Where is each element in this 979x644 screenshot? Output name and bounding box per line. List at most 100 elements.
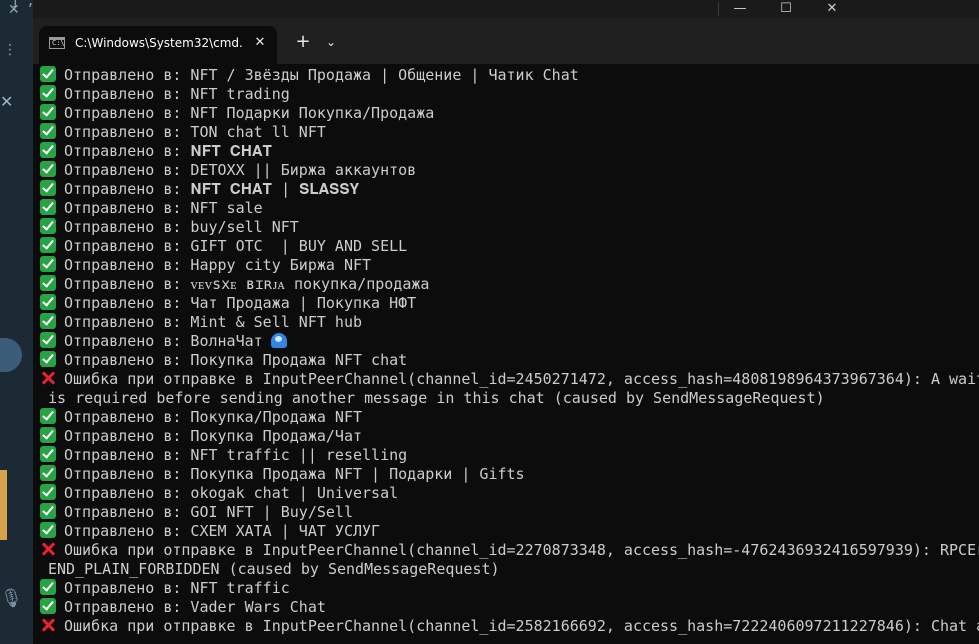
console-line: Отправлено в: GIFT OTC | BUY AND SELL	[40, 237, 407, 256]
console-output[interactable]: Отправлено в: NFT / Звёзды Продажа | Общ…	[33, 65, 979, 644]
console-line-text: Отправлено в: Покупка Продажа NFT chat	[64, 351, 408, 369]
background-window-titlebar: ] , — ☐ ✕	[11, 0, 979, 18]
check-mark-icon	[40, 180, 56, 196]
console-line-text: Ошибка при отправке в InputPeerChannel(c…	[64, 370, 979, 388]
check-mark-icon	[40, 332, 56, 348]
console-line: Отправлено в: NFT / Звёзды Продажа | Общ…	[40, 66, 579, 85]
check-mark-icon	[40, 313, 56, 329]
console-line-text: is required before sending another messa…	[48, 389, 825, 407]
console-line: Отправлено в: buy/sell NFT	[40, 218, 299, 237]
console-line: Отправлено в: okogak chat | Universal	[40, 484, 398, 503]
console-line-text: Отправлено в: NFT Подарки Покупка/Продаж…	[64, 104, 435, 122]
console-line: Отправлено в: NFT sale	[40, 199, 263, 218]
console-line-text: Отправлено в: ВолнаЧат	[64, 332, 263, 350]
console-line: Отправлено в: NFT trading	[40, 85, 290, 104]
minimize-button[interactable]: —	[717, 0, 763, 18]
console-line-text: Отправлено в: Vader Wars Chat	[64, 598, 326, 616]
console-line: Отправлено в: Чат Продажа | Покупка НФТ	[40, 294, 416, 313]
console-line-text: Отправлено в: Чат Продажа | Покупка НФТ	[64, 294, 417, 312]
close-icon: ✕	[0, 92, 14, 111]
console-line-text: Ошибка при отправке в InputPeerChannel(c…	[64, 617, 979, 635]
console-line-text: Отправлено в: TON chat ll NFT	[64, 123, 326, 141]
console-line: Отправлено в: DETOXX || Биржа аккаунтов	[40, 161, 416, 180]
console-line-text: Ошибка при отправке в InputPeerChannel(c…	[64, 541, 979, 559]
more-icon: ⋮	[3, 42, 17, 58]
check-mark-icon	[40, 275, 56, 291]
check-mark-icon	[40, 199, 56, 215]
console-line: Отправлено в: TON chat ll NFT	[40, 123, 326, 142]
tab-cmd[interactable]: C:\ C:\Windows\System32\cmd.exe ✕	[39, 26, 277, 64]
check-mark-icon	[40, 579, 56, 595]
console-line: Отправлено в: Покупка Продажа NFT chat	[40, 351, 407, 370]
console-line-text: Отправлено в: ᴠᴇᴠsxᴇ ʙɪʀᴊᴀ покупка/прода…	[64, 275, 430, 293]
console-line: Отправлено в: NFT traffic || reselling	[40, 446, 407, 465]
check-mark-icon	[40, 237, 56, 253]
check-mark-icon	[40, 351, 56, 367]
console-line: Отправлено в: СХЕМ ХАТА | ЧАТ УСЛУГ	[40, 522, 380, 541]
check-mark-icon	[40, 294, 56, 310]
cross-mark-icon	[40, 617, 56, 633]
check-mark-icon	[40, 66, 56, 82]
console-line: Отправлено в: NFT traffic	[40, 579, 290, 598]
console-line: Отправлено в: Покупка/Продажа NFT	[40, 408, 362, 427]
cross-mark-icon	[40, 541, 56, 557]
check-mark-icon	[40, 465, 56, 481]
wave-emoji-icon	[270, 333, 287, 348]
console-line-text: Отправлено в: Happy city Биржа NFT	[64, 256, 372, 274]
console-line: Отправлено в: 𝐍𝐅𝐓 𝐂𝐇𝐀𝐓 | 𝐒𝐋𝐀𝐒𝐒𝐘	[40, 180, 359, 199]
console-line-text: Отправлено в: okogak chat | Universal	[64, 484, 399, 502]
console-line-text: Отправлено в: buy/sell NFT	[64, 218, 299, 236]
console-line-text: Отправлено в: NFT trading	[64, 85, 290, 103]
check-mark-icon	[40, 256, 56, 272]
microphone-icon: 🎙	[0, 588, 23, 609]
console-line-text: Отправлено в: NFT traffic	[64, 579, 290, 597]
check-mark-icon	[40, 85, 56, 101]
chevron-down-icon[interactable]: ⌄	[321, 30, 341, 54]
cmd-icon: C:\	[49, 37, 65, 49]
close-window-button[interactable]: ✕	[809, 0, 855, 18]
check-mark-icon	[40, 446, 56, 462]
console-line: END_PLAIN_FORBIDDEN (caused by SendMessa…	[48, 560, 500, 579]
console-line: Отправлено в: GOI NFT | Buy/Sell	[40, 503, 353, 522]
console-line: Ошибка при отправке в InputPeerChannel(c…	[40, 541, 979, 560]
console-line: Отправлено в: Покупка Продажа/Чат	[40, 427, 362, 446]
check-mark-icon	[40, 123, 56, 139]
check-mark-icon	[40, 484, 56, 500]
console-line-text: Отправлено в: GOI NFT | Buy/Sell	[64, 503, 353, 521]
check-mark-icon	[40, 104, 56, 120]
maximize-button[interactable]: ☐	[763, 0, 809, 18]
console-line: Отправлено в: 𝐍𝐅𝐓 𝐂𝐇𝐀𝐓	[40, 142, 272, 161]
check-mark-icon	[40, 408, 56, 424]
console-line: Отправлено в: ВолнаЧат	[40, 332, 287, 351]
check-mark-icon	[40, 522, 56, 538]
background-text-fragment: ] ,	[11, 0, 35, 9]
terminal-window: C:\ C:\Windows\System32\cmd.exe ✕ + ⌄ От…	[33, 18, 979, 644]
console-line-text: END_PLAIN_FORBIDDEN (caused by SendMessa…	[48, 560, 500, 578]
console-line: Отправлено в: NFT Подарки Покупка/Продаж…	[40, 104, 434, 123]
tab-title: C:\Windows\System32\cmd.exe	[75, 36, 243, 50]
console-line: Ошибка при отправке в InputPeerChannel(c…	[40, 370, 979, 389]
console-line-text: Отправлено в: NFT sale	[64, 199, 263, 217]
new-tab-button[interactable]: +	[291, 30, 315, 54]
console-line-text: Отправлено в: Mint & Sell NFT hub	[64, 313, 363, 331]
console-line-text: Отправлено в: 𝐍𝐅𝐓 𝐂𝐇𝐀𝐓	[64, 142, 273, 160]
tab-bar: C:\ C:\Windows\System32\cmd.exe ✕ + ⌄	[33, 18, 979, 64]
check-mark-icon	[40, 142, 56, 158]
close-icon[interactable]: ✕	[250, 33, 270, 53]
thumbnail-image	[0, 470, 7, 540]
background-app-sidebar: ✕ ⋮ ✕ 🎙	[0, 0, 33, 644]
check-mark-icon	[40, 427, 56, 443]
console-line-text: Отправлено в: NFT / Звёзды Продажа | Общ…	[64, 66, 579, 84]
console-line: Отправлено в: Mint & Sell NFT hub	[40, 313, 362, 332]
console-line: Отправлено в: Happy city Биржа NFT	[40, 256, 371, 275]
check-mark-icon	[40, 218, 56, 234]
console-line-text: Отправлено в: GIFT OTC | BUY AND SELL	[64, 237, 408, 255]
check-mark-icon	[40, 598, 56, 614]
console-line-text: Отправлено в: 𝐍𝐅𝐓 𝐂𝐇𝐀𝐓 | 𝐒𝐋𝐀𝐒𝐒𝐘	[64, 180, 360, 198]
console-line: Отправлено в: Покупка Продажа NFT | Пода…	[40, 465, 525, 484]
console-line-text: Отправлено в: NFT traffic || reselling	[64, 446, 408, 464]
console-line: Ошибка при отправке в InputPeerChannel(c…	[40, 617, 979, 636]
console-line: Отправлено в: Vader Wars Chat	[40, 598, 326, 617]
check-mark-icon	[40, 503, 56, 519]
console-line-text: Отправлено в: DETOXX || Биржа аккаунтов	[64, 161, 417, 179]
